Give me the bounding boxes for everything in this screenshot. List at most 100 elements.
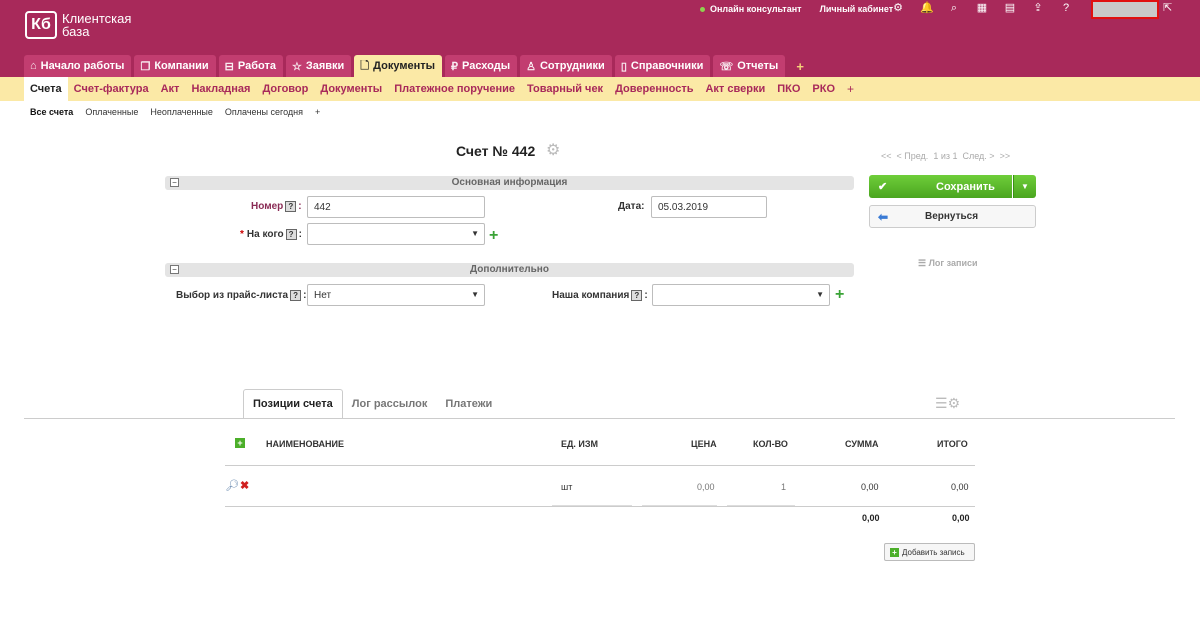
- logout-icon[interactable]: ⇱: [1163, 1, 1172, 14]
- tab-payments[interactable]: Платежи: [436, 389, 501, 419]
- save-button[interactable]: ✔ Сохранить: [869, 175, 1012, 198]
- subtab-payment-order[interactable]: Платежное поручение: [388, 77, 521, 101]
- pager-next[interactable]: След. >: [962, 151, 994, 161]
- chevron-down-icon: ▼: [471, 229, 479, 238]
- chat-icon[interactable]: ▤: [1004, 2, 1016, 14]
- gear-icon[interactable]: ⚙: [892, 2, 904, 14]
- help-icon[interactable]: ?: [285, 201, 297, 212]
- subtab-contract[interactable]: Договор: [256, 77, 314, 101]
- col-header-qty: КОЛ-ВО: [753, 439, 788, 449]
- filter-all[interactable]: Все счета: [30, 107, 73, 117]
- delete-icon[interactable]: ✖: [240, 479, 249, 492]
- upload-icon[interactable]: ⇪: [1032, 2, 1044, 14]
- our-company-select[interactable]: ▼: [652, 284, 830, 306]
- magnifier-icon[interactable]: 🔎︎: [225, 479, 239, 492]
- cell-price[interactable]: 0,00: [697, 482, 715, 492]
- section-title: Основная информация: [451, 177, 568, 188]
- add-subtab-button[interactable]: +: [841, 82, 860, 96]
- help-icon[interactable]: ?: [631, 290, 643, 301]
- price-list-select[interactable]: Нет ▼: [307, 284, 485, 306]
- subtab-power-of-attorney[interactable]: Доверенность: [609, 77, 699, 101]
- date-field[interactable]: 05.03.2019: [651, 196, 767, 218]
- add-tab-button[interactable]: +: [788, 55, 812, 77]
- pager-prev[interactable]: < Пред.: [897, 151, 929, 161]
- cell-sum: 0,00: [861, 482, 879, 492]
- check-icon: ✔: [878, 181, 888, 193]
- search-icon[interactable]: ⌕: [948, 2, 960, 14]
- save-label: Сохранить: [936, 180, 995, 193]
- filter-unpaid[interactable]: Неоплаченные: [150, 107, 213, 117]
- page-title: Счет № 442: [456, 143, 536, 159]
- record-log-link[interactable]: ☰ Лог записи: [918, 258, 978, 269]
- help-icon[interactable]: ?: [1060, 2, 1072, 14]
- col-header-sum: СУММА: [845, 439, 879, 449]
- tab-expenses[interactable]: ₽ Расходы: [445, 55, 518, 77]
- bell-icon[interactable]: 🔔: [920, 2, 934, 14]
- table-tools: ☰⚙: [935, 395, 960, 412]
- subtab-reconciliation[interactable]: Акт сверки: [699, 77, 771, 101]
- logo-line-2: база: [62, 24, 90, 39]
- top-icons: ⚙ 🔔 ⌕ ▦ ▤ ⇪ ?: [892, 0, 1088, 16]
- to-whom-select[interactable]: ▼: [307, 223, 485, 245]
- tab-reports[interactable]: ☏ Отчеты: [713, 55, 786, 77]
- chevron-down-icon: ▼: [471, 290, 479, 299]
- to-whom-label: * На кого?:: [240, 229, 302, 240]
- tab-companies[interactable]: ❐ Компании: [134, 55, 216, 77]
- tab-requests[interactable]: ☆ Заявки: [285, 55, 352, 77]
- tab-documents[interactable]: 🗋 Документы: [354, 55, 443, 77]
- gear-icon[interactable]: ⚙: [546, 143, 560, 159]
- tab-start[interactable]: ⌂ Начало работы: [24, 55, 132, 77]
- our-company-label-text: Наша компания: [552, 290, 630, 301]
- add-item-icon[interactable]: +: [235, 438, 245, 448]
- subtab-sales-receipt[interactable]: Товарный чек: [521, 77, 609, 101]
- personal-account-link[interactable]: Личный кабинет: [820, 4, 894, 14]
- pager-first[interactable]: <<: [881, 151, 892, 161]
- add-contact-icon[interactable]: +: [489, 228, 498, 244]
- total-sum: 0,00: [862, 513, 880, 523]
- add-record-button[interactable]: + Добавить запись: [884, 543, 975, 561]
- tab-work[interactable]: ⊟ Работа: [218, 55, 283, 77]
- col-header-unit: ЕД. ИЗМ: [561, 439, 599, 449]
- logo-mark[interactable]: Кб: [25, 11, 57, 39]
- section-main-info[interactable]: − Основная информация: [165, 176, 854, 190]
- subtab-documents[interactable]: Документы: [314, 77, 388, 101]
- subtab-pko[interactable]: ПКО: [771, 77, 806, 101]
- calendar-icon[interactable]: ▦: [976, 2, 988, 14]
- subtab-act[interactable]: Акт: [155, 77, 186, 101]
- cell-unit[interactable]: шт: [561, 482, 572, 492]
- section-extra[interactable]: − Дополнительно: [165, 263, 854, 277]
- help-icon[interactable]: ?: [290, 290, 302, 301]
- subtab-invoices[interactable]: Счета: [24, 77, 68, 101]
- tab-directories[interactable]: ▯ Справочники: [614, 55, 711, 77]
- add-company-icon[interactable]: +: [835, 287, 844, 303]
- tab-label: Отчеты: [737, 60, 779, 72]
- number-field[interactable]: 442: [307, 196, 485, 218]
- subtab-waybill[interactable]: Накладная: [185, 77, 256, 101]
- tab-label: Документы: [373, 60, 436, 72]
- save-dropdown-button[interactable]: ▼: [1013, 175, 1036, 198]
- home-icon: ⌂: [30, 60, 37, 72]
- filter-tabs: Все счета Оплаченные Неоплаченные Оплаче…: [30, 107, 332, 117]
- help-icon[interactable]: ?: [285, 229, 297, 240]
- subtab-rko[interactable]: РКО: [806, 77, 841, 101]
- pager-info: 1 из 1: [933, 151, 958, 161]
- online-consultant-link[interactable]: Онлайн консультант: [710, 4, 802, 14]
- back-button[interactable]: ⬅ Вернуться: [869, 205, 1036, 228]
- user-account-box[interactable]: [1091, 0, 1159, 19]
- subtab-tax-invoice[interactable]: Счет-фактура: [68, 77, 155, 101]
- tab-employees[interactable]: ♙ Сотрудники: [520, 55, 612, 77]
- filter-paid[interactable]: Оплаченные: [85, 107, 138, 117]
- cell-qty[interactable]: 1: [781, 482, 786, 492]
- list-icon[interactable]: ☰: [935, 395, 948, 411]
- total-grand: 0,00: [952, 513, 970, 523]
- filter-paid-today[interactable]: Оплачены сегодня: [225, 107, 303, 117]
- logo-text[interactable]: Клиентская база: [62, 12, 131, 38]
- filter-add[interactable]: +: [315, 107, 320, 117]
- gear-icon[interactable]: ⚙: [948, 395, 961, 411]
- col-header-price: ЦЕНА: [691, 439, 717, 449]
- tab-invoice-items[interactable]: Позиции счета: [243, 389, 343, 419]
- tab-mailing-log[interactable]: Лог рассылок: [343, 389, 437, 419]
- tab-label: Справочники: [630, 60, 704, 72]
- pager-last[interactable]: >>: [1000, 151, 1011, 161]
- tab-label: Начало работы: [40, 60, 125, 72]
